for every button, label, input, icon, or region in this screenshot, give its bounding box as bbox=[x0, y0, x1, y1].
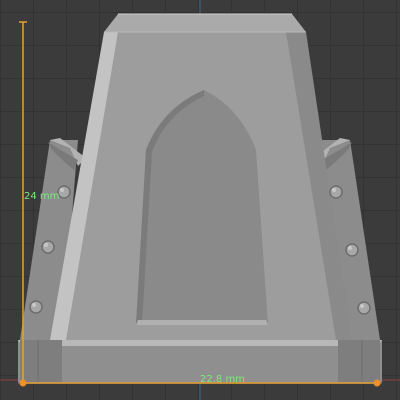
dimension-endpoint-right bbox=[373, 379, 381, 387]
dimension-endpoint-left bbox=[19, 379, 27, 387]
3d-viewport[interactable]: 24 mm 22.8 mm bbox=[0, 0, 400, 400]
model-scene bbox=[0, 0, 400, 400]
height-dimension-label: 24 mm bbox=[24, 191, 60, 202]
width-dimension-label: 22.8 mm bbox=[200, 374, 245, 385]
